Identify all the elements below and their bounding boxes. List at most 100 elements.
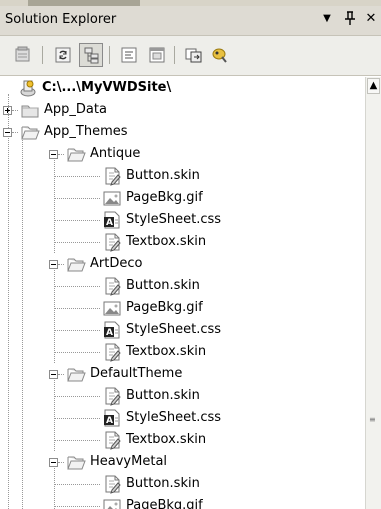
window-position-dropdown-icon[interactable]: ▼ [320,11,334,27]
view-designer-button[interactable] [145,43,169,67]
toolbar-separator [109,46,110,64]
panel-title: Solution Explorer [5,12,117,27]
stylesheet-icon: A [102,210,122,230]
tree-connector-line [54,176,100,177]
auto-hide-pin-icon[interactable] [343,11,357,30]
tree-connector-line [54,286,100,287]
tree-node[interactable]: C:\...\MyVWDSite\ [18,77,360,99]
tree-connector-line [54,468,55,509]
skin-file-icon [102,232,122,252]
tree-node-label: StyleSheet.css [126,212,222,227]
vertical-scrollbar[interactable]: ▲ ≡ [365,77,381,509]
tree-node-label: DefaultTheme [90,366,183,381]
view-code-button[interactable] [117,43,141,67]
tree-node-label: PageBkg.gif [126,300,203,315]
tree-connector-line [54,352,100,353]
copy-website-button[interactable] [182,43,206,67]
tree-node[interactable]: PageBkg.gif [102,187,360,209]
copy-website-icon [185,48,202,63]
folder-open-icon [66,254,86,274]
tree-connector-line [58,462,64,463]
gif-image-icon [102,298,122,318]
toolbar-separator [174,46,175,64]
tree-node[interactable]: Button.skin [102,473,360,495]
refresh-button[interactable] [51,43,75,67]
collapse-icon[interactable] [49,370,58,379]
panel-title-bar: Solution Explorer ▼ ✕ [0,6,381,36]
svg-text:A: A [106,218,113,228]
stylesheet-icon: A [102,320,122,340]
tree-node-label: Button.skin [126,388,200,403]
close-icon[interactable]: ✕ [364,11,378,27]
stylesheet-icon: A [102,408,122,428]
tree-connector-line [54,220,100,221]
skin-file-icon [102,166,122,186]
properties-icon [15,46,30,62]
tree-connector-line [54,198,100,199]
tree-connector-line [54,330,100,331]
tree-node-label: StyleSheet.css [126,322,222,337]
tree-connector-line [58,374,64,375]
tree-connector-line [8,94,9,128]
website-root-icon [18,78,38,98]
tree-node-label: PageBkg.gif [126,190,203,205]
collapse-icon[interactable] [49,458,58,467]
tree-node[interactable]: Button.skin [102,165,360,187]
folder-icon [20,100,40,120]
tree-connector-line [12,110,18,111]
tree-node[interactable]: PageBkg.gif [102,495,360,509]
tree-node[interactable]: PageBkg.gif [102,297,360,319]
toolbar-separator [42,46,43,64]
tree-node[interactable]: Textbox.skin [102,429,360,451]
skin-file-icon [102,474,122,494]
collapse-icon[interactable] [49,150,58,159]
tree-node-label: App_Data [44,102,107,117]
tree-node[interactable]: App_Themes [20,121,360,143]
tree-node[interactable]: DefaultTheme [66,363,360,385]
view-designer-icon [149,47,165,63]
tree-node[interactable]: Antique [66,143,360,165]
tree-node[interactable]: A StyleSheet.css [102,209,360,231]
tree-node-label: Button.skin [126,278,200,293]
tree-connector-line [12,132,18,133]
svg-text:A: A [106,328,113,338]
refresh-icon [55,47,71,63]
tree-node-label: PageBkg.gif [126,498,203,509]
tree-connector-line [54,396,100,397]
tree-node[interactable]: A StyleSheet.css [102,319,360,341]
tree-connector-line [54,506,100,507]
aspnet-configuration-button[interactable] [208,43,232,67]
skin-file-icon [102,276,122,296]
tree-node[interactable]: HeavyMetal [66,451,360,473]
solution-explorer-toolbar [0,36,381,76]
tree-node[interactable]: Button.skin [102,385,360,407]
folder-open-icon [66,452,86,472]
properties-button[interactable] [11,43,35,67]
gif-image-icon [102,496,122,509]
tree-connector-line [8,138,9,509]
collapse-icon[interactable] [3,128,12,137]
tree-node-label: Button.skin [126,476,200,491]
folder-open-icon [66,364,86,384]
tree-node[interactable]: Button.skin [102,275,360,297]
tree-connector-line [54,440,100,441]
scroll-up-arrow-icon[interactable]: ▲ [367,78,380,94]
tree-node[interactable]: A StyleSheet.css [102,407,360,429]
nest-related-files-button[interactable] [79,43,103,67]
tree-node[interactable]: ArtDeco [66,253,360,275]
aspnet-configuration-icon [212,48,227,63]
folder-open-icon [66,144,86,164]
solution-tree[interactable]: C:\...\MyVWDSite\ App_Data App_Themes Antiq… [0,77,365,509]
tree-connector-line [54,484,100,485]
tree-node-label: Button.skin [126,168,200,183]
tree-connector-line [54,380,55,451]
tree-node-label: StyleSheet.css [126,410,222,425]
tree-connector-line [54,160,55,253]
tree-node[interactable]: Textbox.skin [102,231,360,253]
scrollbar-thumb-grip[interactable]: ≡ [369,416,377,424]
collapse-icon[interactable] [49,260,58,269]
tree-node[interactable]: Textbox.skin [102,341,360,363]
tree-node-label: Textbox.skin [126,344,207,359]
tree-node[interactable]: App_Data [20,99,360,121]
tree-node-label: Antique [90,146,141,161]
